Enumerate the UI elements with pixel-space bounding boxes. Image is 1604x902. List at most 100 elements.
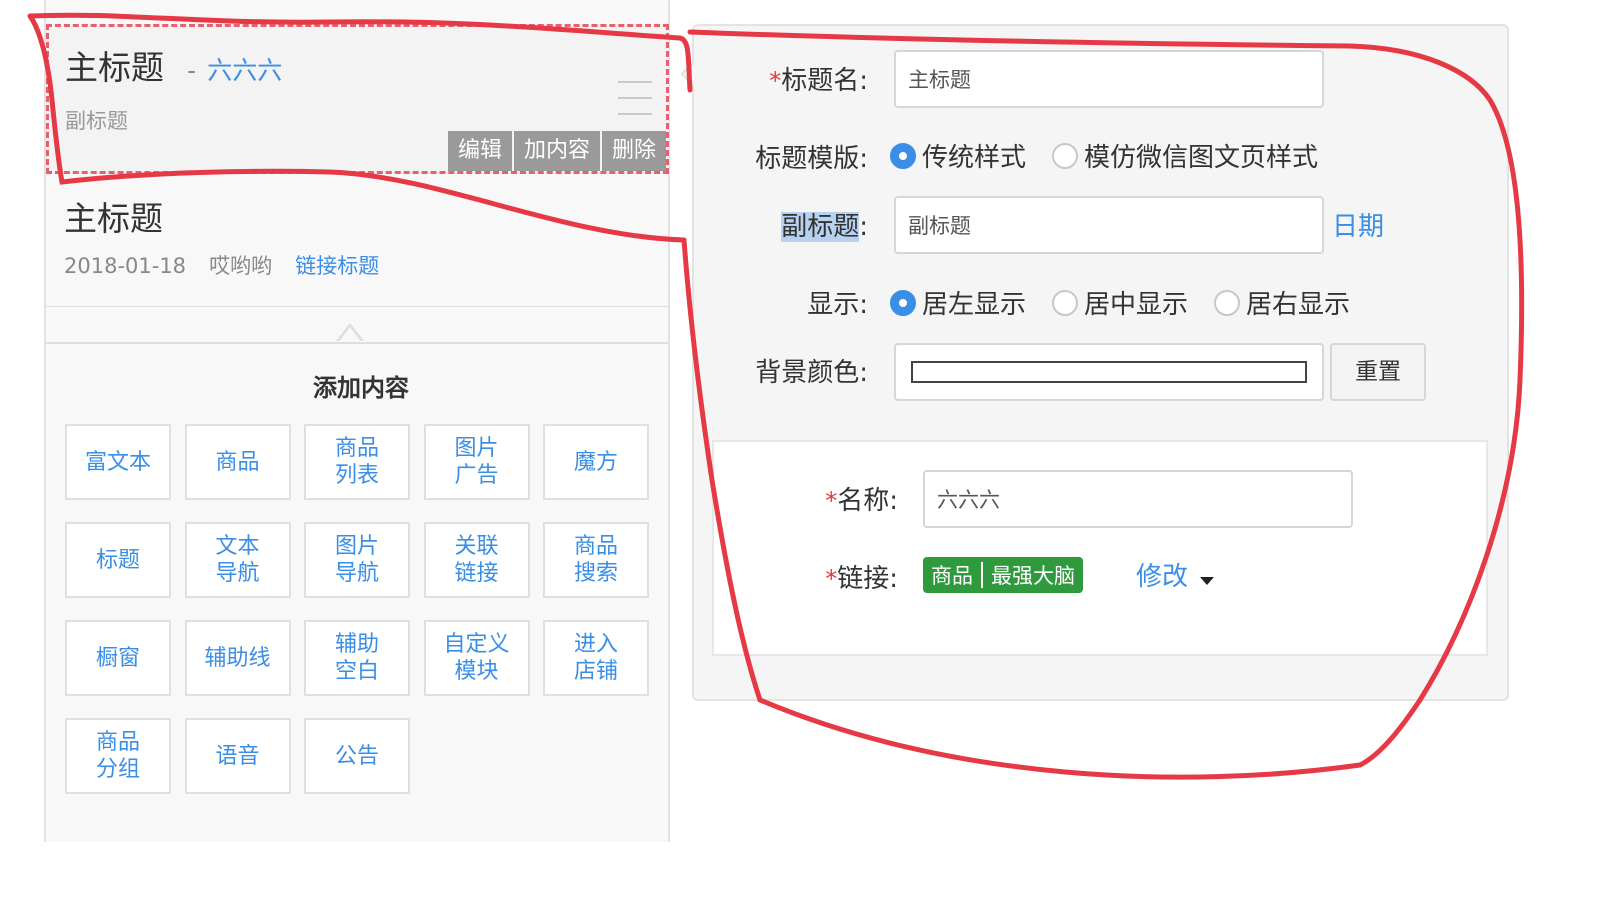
delete-button[interactable]: 删除 (601, 131, 666, 171)
component-tile-text: 标题 (95, 547, 140, 573)
component-tile[interactable]: 公告 (304, 718, 410, 794)
title-name-label-wrap: *标题名: (740, 60, 868, 97)
component-tile-label: 公告 (335, 743, 379, 770)
modify-dropdown[interactable]: 修改 (1136, 556, 1215, 593)
radio-unchecked-icon (1052, 142, 1079, 169)
radio-checked-icon (890, 142, 916, 169)
add-content-panel: 添加内容 富文本 商品 商品 列表 图片 广告 魔方 标题 文本 导航 图片 导航 关联 链接 商品 搜索 橱窗… (46, 342, 668, 842)
component-tile-label: 标题 (96, 547, 140, 574)
edit-button[interactable]: 编辑 (447, 131, 512, 171)
block2-date: 2018-01-18 (64, 254, 187, 278)
template-option-label: 模仿微信图文页样式 (1084, 143, 1319, 173)
component-tile-text: 魔方 (573, 449, 618, 475)
component-tile[interactable]: 辅助线 (184, 620, 291, 696)
block1-main-title: 主标题 (65, 48, 164, 87)
template-label: 标题模版: (755, 144, 868, 174)
display-label: 显示: (807, 290, 868, 320)
title-name-input[interactable] (894, 50, 1324, 108)
component-tile-label: 进入 店铺 (574, 631, 618, 685)
component-tile-text: 商品 (215, 449, 260, 475)
component-tile-text: 店铺 (573, 659, 618, 684)
block1-subtitle: 副标题 (65, 109, 128, 133)
display-option-label: 居右显示 (1246, 290, 1351, 320)
caret-down-icon (1200, 576, 1215, 585)
required-mark: * (769, 67, 782, 95)
panel-pointer-inner (683, 64, 694, 84)
component-tile-label: 橱窗 (96, 645, 140, 672)
block2-link-title[interactable]: 链接标题 (295, 254, 379, 278)
drag-handle-icon[interactable] (618, 81, 652, 121)
title-name-label: 标题名: (781, 66, 868, 96)
component-tile-label: 图片 导航 (335, 533, 379, 587)
display-option-right[interactable]: 居右显示 (1214, 284, 1350, 321)
modify-link[interactable]: 修改 (1136, 562, 1188, 592)
name-input[interactable] (923, 470, 1353, 528)
name-label-wrap: *名称: (790, 480, 898, 517)
template-option-traditional[interactable]: 传统样式 (890, 137, 1026, 174)
component-tile[interactable]: 橱窗 (65, 620, 171, 696)
component-tile-label: 商品 (215, 449, 259, 476)
block1-link-text[interactable]: 六六六 (207, 56, 282, 85)
date-link[interactable]: 日期 (1332, 206, 1384, 243)
component-tile-label: 富文本 (85, 449, 151, 476)
component-tile[interactable]: 标题 (65, 522, 171, 598)
block1-dash: - (187, 56, 197, 85)
radio-checked-icon (890, 289, 916, 316)
component-tile-label: 商品 搜索 (574, 533, 618, 587)
component-tile-text: 富文本 (84, 449, 151, 475)
bg-color-label: 背景颜色: (755, 358, 868, 388)
component-tile-text: 公告 (334, 743, 379, 769)
add-content-button[interactable]: 加内容 (513, 131, 600, 171)
component-tile-text: 广告 (454, 463, 499, 488)
component-tile[interactable]: 商品 (184, 424, 291, 500)
component-tile[interactable]: 图片 广告 (423, 424, 530, 500)
template-option-wechat[interactable]: 模仿微信图文页样式 (1052, 137, 1318, 174)
title-block[interactable]: 主标题 2018-01-18 哎哟哟 链接标题 (46, 176, 669, 307)
component-tile-label: 商品 分组 (96, 729, 140, 783)
link-tag-value: 最强大脑 (991, 564, 1075, 588)
link-tag: 商品 最强大脑 (923, 557, 1083, 593)
link-label: 链接: (837, 564, 898, 594)
component-tile[interactable]: 图片 导航 (304, 522, 410, 598)
component-tile-label: 辅助线 (204, 645, 270, 672)
add-content-heading: 添加内容 (313, 374, 409, 402)
subtitle-label-colon: : (859, 212, 868, 242)
component-tile[interactable]: 文本 导航 (184, 522, 291, 598)
component-tile[interactable]: 进入 店铺 (543, 620, 649, 696)
display-option-label: 居左显示 (922, 290, 1027, 320)
component-tile-text: 橱窗 (95, 645, 140, 671)
component-tile[interactable]: 商品 分组 (65, 718, 171, 794)
component-tile-text: 进入 (573, 632, 618, 657)
component-tile-text: 图片 (334, 534, 379, 559)
component-tile-text: 语音 (215, 743, 260, 769)
title-block-selected[interactable]: 主标题 - 六六六 副标题 编辑 加内容 删除 (46, 24, 669, 174)
display-option-left[interactable]: 居左显示 (890, 284, 1026, 321)
reset-button[interactable]: 重置 (1330, 343, 1426, 401)
component-tile[interactable]: 辅助 空白 (304, 620, 410, 696)
subtitle-label: 副标题 (781, 212, 860, 242)
component-tile-text: 导航 (334, 561, 379, 586)
component-tile-text: 辅助 (334, 632, 379, 657)
component-tile[interactable]: 语音 (184, 718, 291, 794)
block2-main-title: 主标题 (64, 199, 163, 238)
bg-color-swatch[interactable] (911, 361, 1307, 383)
component-tile[interactable]: 魔方 (543, 424, 649, 500)
component-tile-label: 商品 列表 (335, 435, 379, 489)
component-tile[interactable]: 自定义 模块 (423, 620, 530, 696)
component-tile-label: 关联 链接 (454, 533, 498, 587)
component-tile[interactable]: 富文本 (65, 424, 171, 500)
display-option-center[interactable]: 居中显示 (1052, 284, 1188, 321)
component-tile[interactable]: 商品 搜索 (543, 522, 649, 598)
subtitle-input[interactable] (894, 196, 1324, 254)
component-tile-text: 列表 (334, 463, 379, 488)
name-label: 名称: (837, 486, 898, 516)
component-tile-text: 空白 (334, 659, 379, 684)
component-tile-text: 关联 (454, 534, 499, 559)
link-label-wrap: *链接: (790, 558, 898, 595)
component-tile-label: 图片 广告 (454, 435, 498, 489)
component-tile[interactable]: 关联 链接 (423, 522, 530, 598)
component-tile[interactable]: 商品 列表 (304, 424, 410, 500)
required-mark: * (825, 565, 838, 593)
component-tile-text: 辅助线 (204, 645, 271, 671)
template-option-label: 传统样式 (922, 143, 1027, 173)
